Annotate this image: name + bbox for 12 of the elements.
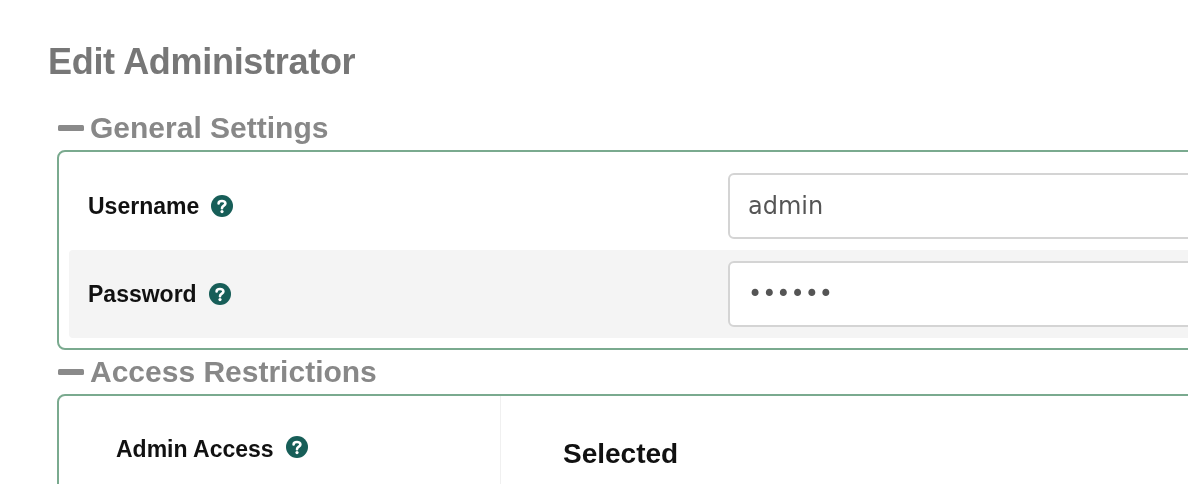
section-title[interactable]: General Settings xyxy=(90,110,329,146)
text-field[interactable]: admin xyxy=(728,173,1188,239)
section-title[interactable]: Access Restrictions xyxy=(90,354,377,390)
field-label: Password xyxy=(88,280,197,308)
page-title: Edit Administrator xyxy=(48,40,357,84)
column-heading: Selected xyxy=(563,438,679,469)
field-label: Username xyxy=(88,192,200,220)
field-label: Admin Access xyxy=(116,436,274,463)
help-icon[interactable] xyxy=(211,195,234,217)
help-icon[interactable] xyxy=(208,283,231,305)
text-field[interactable]: •••••• xyxy=(728,261,1188,327)
help-icon[interactable] xyxy=(285,436,308,458)
